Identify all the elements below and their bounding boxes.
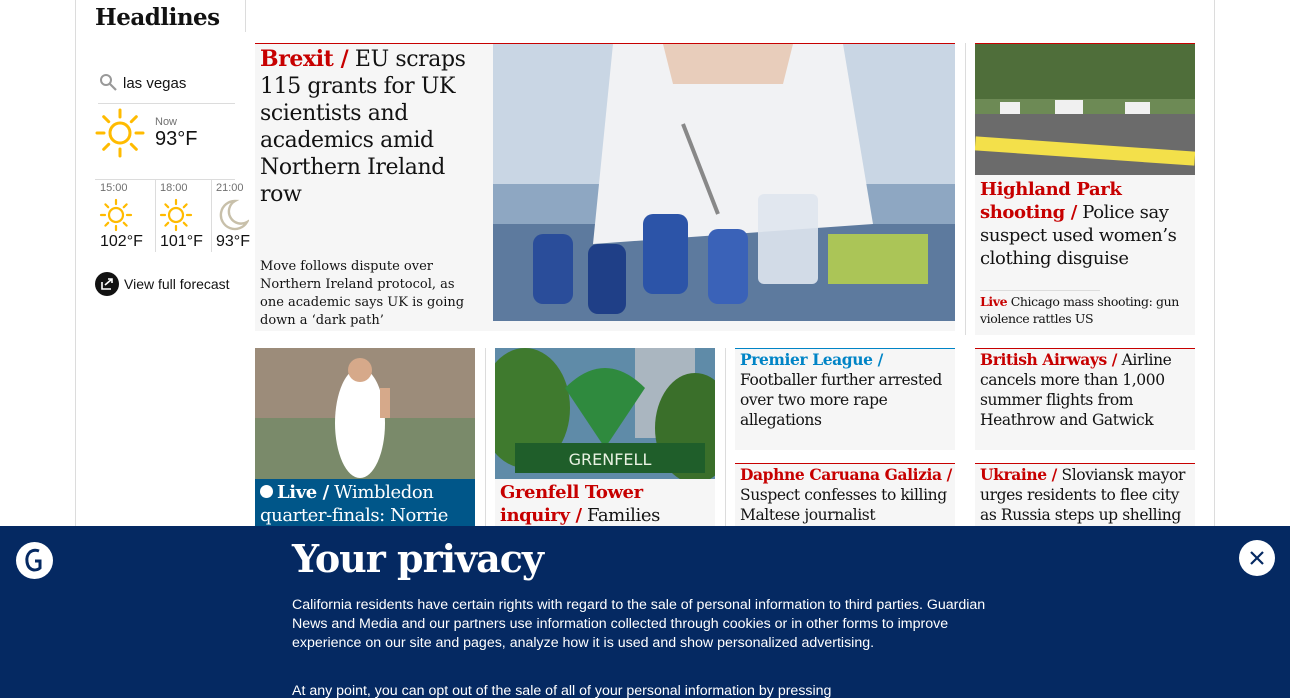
story-headline[interactable]: Daphne Caruana Galizia / Suspect confesse… bbox=[740, 465, 952, 525]
privacy-banner: Your privacy California residents have c… bbox=[0, 526, 1290, 698]
privacy-body: California residents have certain rights… bbox=[292, 597, 986, 651]
divider bbox=[965, 43, 966, 335]
story-headline[interactable]: Grenfell Tower inquiry / Families bbox=[500, 481, 712, 527]
story-headline[interactable]: Premier League / Footballer further arres… bbox=[740, 350, 952, 430]
story-image-police bbox=[975, 44, 1195, 175]
sublink-text: Chicago mass shooting: gun violence ratt… bbox=[980, 294, 1179, 326]
sublink[interactable]: Live Chicago mass shooting: gun violence… bbox=[980, 293, 1192, 327]
story-kicker: Brexit / bbox=[260, 46, 349, 72]
story-kicker: Premier League / bbox=[740, 350, 883, 369]
story-title: Footballer further arrested over two mor… bbox=[740, 371, 942, 429]
svg-text:GRENFELL: GRENFELL bbox=[569, 450, 652, 469]
divider bbox=[980, 290, 1100, 291]
hour-time: 21:00 bbox=[216, 182, 244, 194]
privacy-title: Your privacy bbox=[292, 536, 544, 581]
story-title: Suspect confesses to killing Maltese jou… bbox=[740, 486, 947, 524]
live-dot-icon bbox=[260, 485, 273, 498]
search-icon bbox=[100, 74, 117, 91]
story-image-lab bbox=[493, 44, 955, 321]
weather-location-input[interactable]: las vegas bbox=[123, 75, 186, 92]
hour-temp: 93°F bbox=[216, 233, 250, 250]
story-headline[interactable]: Live / Wimbledon quarter-finals: Norrie bbox=[260, 481, 472, 527]
story-card-wimbledon[interactable]: Live / Wimbledon quarter-finals: Norrie bbox=[255, 348, 475, 528]
close-icon bbox=[1250, 551, 1264, 565]
sun-icon bbox=[159, 198, 193, 232]
story-card-grenfell[interactable]: GRENFELL Grenfell Tower inquiry / Famili… bbox=[495, 348, 715, 528]
external-link-icon bbox=[95, 272, 119, 296]
story-kicker: Live / bbox=[277, 482, 329, 503]
story-card-daphne[interactable]: Daphne Caruana Galizia / Suspect confesse… bbox=[735, 463, 955, 533]
hour-time: 18:00 bbox=[160, 182, 188, 194]
story-headline[interactable]: Highland Park shooting / Police say susp… bbox=[980, 178, 1190, 270]
view-forecast-link[interactable]: View full forecast bbox=[95, 272, 230, 296]
story-image-grenfell: GRENFELL bbox=[495, 348, 715, 479]
story-headline[interactable]: Brexit / EU scraps 115 grants for UK sci… bbox=[260, 46, 485, 208]
story-kicker: Ukraine / bbox=[980, 465, 1057, 484]
weather-now: Now 93°F bbox=[95, 108, 235, 180]
divider bbox=[725, 348, 726, 528]
story-title: Families bbox=[581, 505, 660, 526]
weather-now-label: Now bbox=[155, 116, 178, 128]
weather-now-temp: 93°F bbox=[155, 128, 198, 150]
story-headline[interactable]: Ukraine / Sloviansk mayor urges resident… bbox=[980, 465, 1192, 525]
sun-icon bbox=[99, 198, 133, 232]
story-headline[interactable]: British Airways / Airline cancels more t… bbox=[980, 350, 1192, 430]
story-card-highland-park[interactable]: Highland Park shooting / Police say susp… bbox=[975, 43, 1195, 335]
weather-hourly: 15:00 102°F 18:00 101°F 21:00 93°F bbox=[95, 180, 260, 256]
moon-icon bbox=[219, 199, 249, 231]
hourly-item: 15:00 102°F bbox=[95, 180, 155, 256]
story-standfirst: Move follows dispute over Northern Irela… bbox=[260, 259, 465, 328]
close-button[interactable] bbox=[1239, 540, 1275, 576]
live-label: Live bbox=[980, 294, 1008, 309]
sun-icon bbox=[95, 108, 145, 158]
story-card-premier-league[interactable]: Premier League / Footballer further arres… bbox=[735, 348, 955, 450]
divider bbox=[485, 348, 486, 528]
hourly-item: 18:00 101°F bbox=[155, 180, 215, 256]
view-forecast-label: View full forecast bbox=[124, 276, 230, 292]
story-kicker: British Airways / bbox=[980, 350, 1118, 369]
weather-location[interactable]: las vegas bbox=[98, 72, 235, 104]
story-image-tennis bbox=[255, 348, 475, 479]
divider bbox=[245, 0, 246, 32]
hour-temp: 101°F bbox=[160, 233, 203, 250]
story-card-brexit[interactable]: Brexit / EU scraps 115 grants for UK sci… bbox=[255, 43, 955, 331]
hour-temp: 102°F bbox=[100, 233, 143, 250]
hour-time: 15:00 bbox=[100, 182, 128, 194]
guardian-logo-icon bbox=[16, 542, 53, 579]
story-card-british-airways[interactable]: British Airways / Airline cancels more t… bbox=[975, 348, 1195, 450]
privacy-body-optout: At any point, you can opt out of the sal… bbox=[292, 683, 832, 698]
story-card-ukraine[interactable]: Ukraine / Sloviansk mayor urges resident… bbox=[975, 463, 1195, 533]
story-kicker: Daphne Caruana Galizia / bbox=[740, 465, 952, 484]
section-title: Headlines bbox=[95, 4, 220, 31]
